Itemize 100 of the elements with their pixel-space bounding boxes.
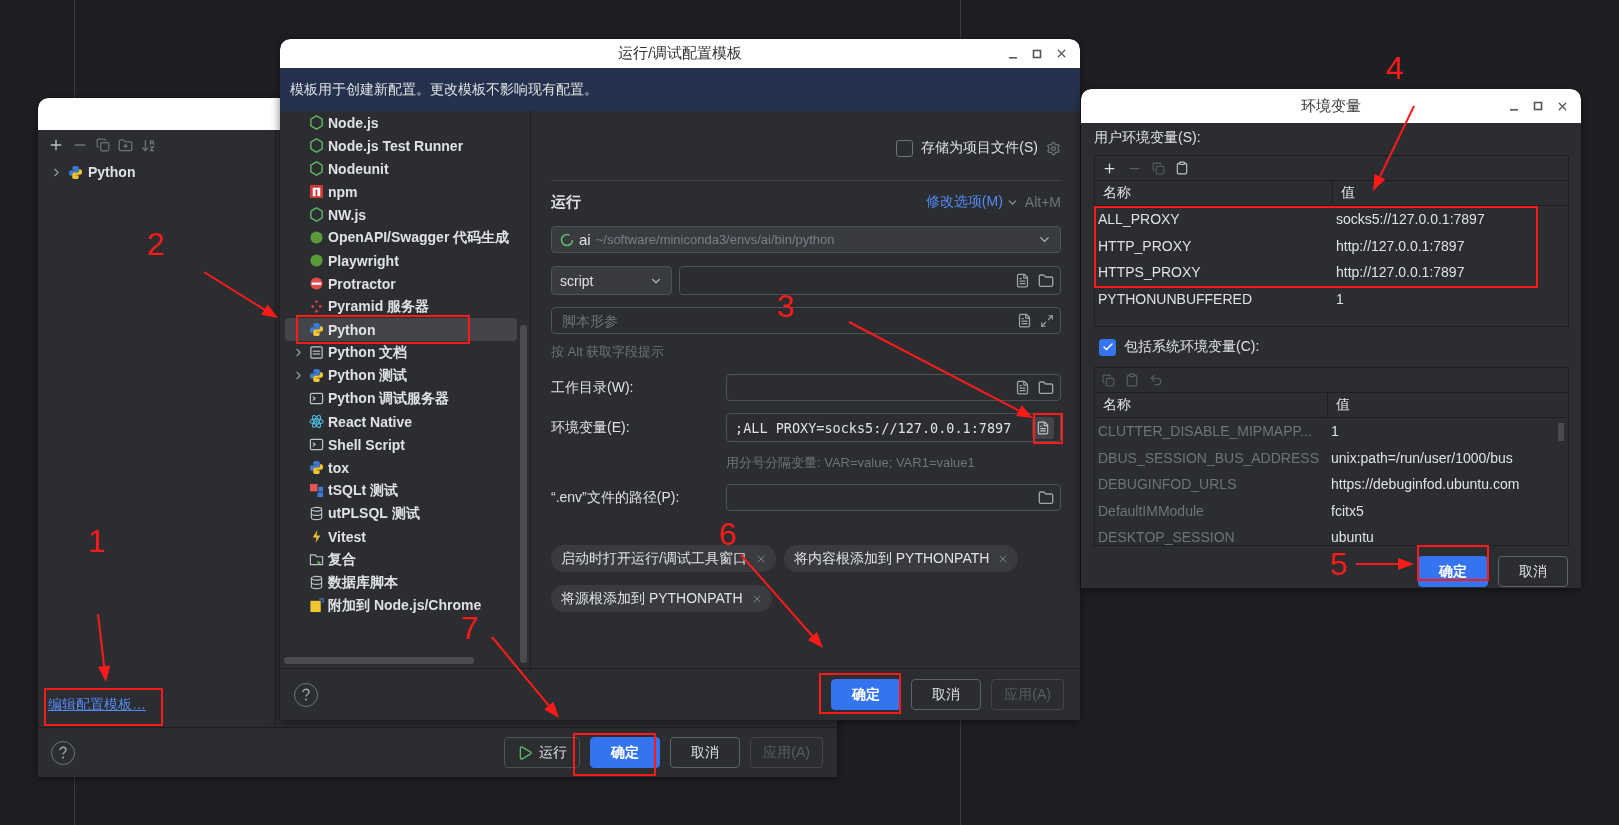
folder-plus-icon[interactable] bbox=[118, 137, 133, 153]
template-item[interactable]: OpenAPI/Swagger 代码生成 bbox=[285, 226, 517, 249]
table-cell: ubuntu bbox=[1331, 528, 1374, 545]
cancel-button[interactable]: 取消 bbox=[1498, 556, 1568, 587]
table-cell: https://debuginfod.ubuntu.com bbox=[1331, 475, 1520, 494]
paste-icon[interactable] bbox=[1175, 161, 1189, 175]
expand-icon[interactable] bbox=[1040, 313, 1054, 328]
folder-icon bbox=[309, 552, 324, 567]
template-item[interactable]: Python 测试 bbox=[285, 364, 517, 387]
option-chip[interactable]: 将内容根添加到 PYTHONPATH bbox=[783, 545, 1019, 572]
checkbox[interactable] bbox=[896, 139, 914, 157]
column-header[interactable]: 名称 bbox=[1095, 393, 1328, 418]
template-item[interactable]: Protractor bbox=[285, 272, 517, 295]
template-item[interactable]: Python bbox=[285, 318, 517, 341]
path-field[interactable] bbox=[726, 374, 1061, 401]
scrollbar[interactable] bbox=[520, 325, 527, 663]
hint-text: 按 Alt 获取字段提示 bbox=[551, 343, 665, 361]
script-path-field[interactable] bbox=[679, 266, 1061, 295]
folder-icon[interactable] bbox=[1038, 272, 1054, 289]
table-cell: DBUS_SESSION_BUS_ADDRESS bbox=[1098, 448, 1319, 467]
sort-icon[interactable] bbox=[141, 137, 156, 153]
checkbox[interactable] bbox=[1099, 338, 1116, 356]
cancel-button[interactable]: 取消 bbox=[670, 737, 741, 768]
question-mark-icon bbox=[58, 745, 68, 760]
interpreter-dropdown[interactable]: ai ~/software/miniconda3/envs/ai/bin/python bbox=[551, 226, 1061, 253]
template-item[interactable]: Vitest bbox=[285, 525, 517, 548]
scrollbar[interactable] bbox=[284, 657, 474, 664]
two-tone-logo-icon bbox=[309, 368, 324, 383]
template-item[interactable]: Python 调试服务器 bbox=[285, 387, 517, 410]
folder-icon[interactable] bbox=[1038, 379, 1054, 396]
squares-icon bbox=[309, 483, 324, 498]
edit-templates-link[interactable]: 编辑配置模板… bbox=[48, 696, 275, 714]
dots-icon bbox=[309, 299, 324, 314]
hint-text: 用分号分隔变量: VAR=value; VAR1=value1 bbox=[726, 454, 975, 472]
template-item[interactable]: utPLSQL 测试 bbox=[285, 502, 517, 525]
template-item[interactable]: Pyramid 服务器 bbox=[285, 295, 517, 318]
close-icon[interactable] bbox=[1055, 47, 1068, 60]
script-type-dropdown[interactable]: script bbox=[551, 266, 672, 295]
template-item[interactable]: Node.js bbox=[285, 111, 517, 134]
column-header[interactable]: 值 bbox=[1328, 393, 1568, 418]
maximize-icon[interactable] bbox=[1031, 47, 1043, 60]
table-cell: http://127.0.0.1:7897 bbox=[1336, 236, 1465, 255]
cancel-button[interactable]: 取消 bbox=[911, 679, 982, 710]
add-icon[interactable] bbox=[1102, 160, 1117, 176]
ok-button[interactable]: 确定 bbox=[831, 679, 902, 710]
table-cell: unix:path=/run/user/1000/bus bbox=[1331, 448, 1513, 467]
template-item[interactable]: npm bbox=[285, 180, 517, 203]
field-label: 环境变量(E): bbox=[551, 418, 631, 437]
hexagon-icon bbox=[309, 115, 324, 130]
template-item[interactable]: 复合 bbox=[285, 548, 517, 571]
ok-button[interactable]: 确定 bbox=[1418, 556, 1488, 587]
path-field[interactable] bbox=[726, 484, 1061, 511]
table-cell: ALL_PROXY bbox=[1098, 210, 1180, 229]
table-cell: HTTP_PROXY bbox=[1098, 236, 1192, 255]
template-item[interactable]: 数据库脚本 bbox=[285, 571, 517, 594]
template-item[interactable]: Shell Script bbox=[285, 433, 517, 456]
tree-item[interactable]: Python bbox=[88, 164, 136, 180]
edit-env-button[interactable] bbox=[1032, 416, 1054, 439]
run-button[interactable]: 运行 bbox=[504, 737, 581, 768]
template-item[interactable]: Nodeunit bbox=[285, 157, 517, 180]
option-chip[interactable]: 启动时打开运行/调试工具窗口 bbox=[551, 545, 776, 572]
list-icon[interactable] bbox=[1017, 313, 1032, 328]
table-cell: CLUTTER_DISABLE_MIPMAPP... bbox=[1098, 422, 1312, 441]
window-title: 运行/调试配置模板 bbox=[617, 44, 743, 63]
scrollbar[interactable] bbox=[1558, 423, 1564, 441]
circle-icon bbox=[309, 230, 324, 245]
highlight-box bbox=[1417, 545, 1489, 581]
list-icon bbox=[1036, 420, 1050, 435]
ok-button[interactable]: 确定 bbox=[590, 737, 661, 768]
folder-icon[interactable] bbox=[1038, 489, 1054, 506]
python-icon bbox=[68, 164, 83, 180]
template-item[interactable]: NW.js bbox=[285, 203, 517, 226]
template-item[interactable]: tox bbox=[285, 456, 517, 479]
list-icon[interactable] bbox=[1015, 380, 1030, 395]
square-icon bbox=[309, 184, 324, 199]
settings-icon[interactable] bbox=[1046, 140, 1061, 156]
env-vars-field[interactable]: ;ALL_PROXY=socks5://127.0.0.1:7897 bbox=[726, 413, 1061, 442]
check-icon bbox=[1101, 341, 1114, 353]
terminal-icon bbox=[309, 437, 324, 452]
maximize-icon[interactable] bbox=[1532, 100, 1544, 112]
modify-options-link[interactable]: 修改选项(M) bbox=[925, 193, 1019, 211]
copy-icon[interactable] bbox=[96, 138, 110, 152]
template-item[interactable]: tSQLt 测试 bbox=[285, 479, 517, 502]
hexagon-icon bbox=[309, 161, 324, 176]
template-item[interactable]: React Native bbox=[285, 410, 517, 433]
template-item[interactable]: Python 文档 bbox=[285, 341, 517, 364]
play-icon bbox=[517, 744, 534, 761]
template-item[interactable]: Node.js Test Runner bbox=[285, 134, 517, 157]
annotation-number: 2 bbox=[147, 228, 165, 260]
table-cell: fcitx5 bbox=[1331, 501, 1364, 520]
template-item[interactable]: Playwright bbox=[285, 249, 517, 272]
question-mark-icon bbox=[301, 687, 311, 702]
field-label: “.env”文件的路径(P): bbox=[551, 488, 681, 507]
add-icon[interactable] bbox=[48, 137, 64, 153]
column-header[interactable]: 名称 bbox=[1095, 181, 1333, 206]
option-chip[interactable]: 将源根添加到 PYTHONPATH bbox=[551, 585, 772, 612]
annotation-number: 5 bbox=[1330, 548, 1348, 580]
table-cell: DEBUGINFOD_URLS bbox=[1098, 475, 1237, 494]
list-icon[interactable] bbox=[1015, 273, 1030, 288]
table-cell: PYTHONUNBUFFERED bbox=[1098, 289, 1252, 308]
